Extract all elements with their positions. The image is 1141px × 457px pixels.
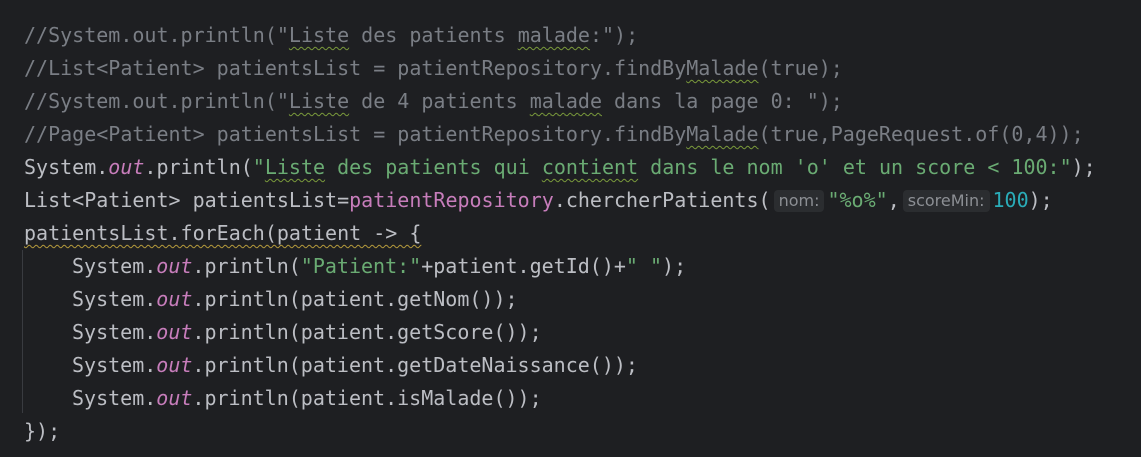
indent-guide: [22, 250, 23, 413]
comment-text: des patients: [349, 23, 518, 47]
static-field: out: [108, 155, 145, 179]
method-call: .println(patient.getScore());: [192, 320, 542, 344]
string-literal: dans le nom 'o' et un score < 100:": [638, 155, 1072, 179]
code-line-1[interactable]: //System.out.println("Liste des patients…: [0, 19, 1141, 52]
spellcheck-word: Liste: [288, 23, 350, 47]
punctuation: );: [1071, 155, 1096, 179]
comment-text: //List<Patient> patientsList = patientRe…: [24, 56, 687, 80]
code-line-7[interactable]: patientsList.forEach(patient -> {: [0, 217, 1141, 250]
spellcheck-word: Liste: [264, 155, 326, 179]
code-line-4[interactable]: //Page<Patient> patientsList = patientRe…: [0, 118, 1141, 151]
static-field: out: [156, 386, 193, 410]
method-call: .println(patient.getNom());: [192, 287, 518, 311]
closing-brace: });: [24, 419, 61, 443]
code-line-12[interactable]: System.out.println(patient.isMalade());: [0, 382, 1141, 415]
punctuation: ,: [887, 188, 900, 212]
code-line-3[interactable]: //System.out.println("Liste de 4 patient…: [0, 85, 1141, 118]
static-field: out: [156, 320, 193, 344]
field-ref: patientRepository: [349, 188, 554, 212]
code-line-6[interactable]: List<Patient> patientsList=patientReposi…: [0, 184, 1141, 217]
string-literal: "Patient:": [300, 254, 422, 278]
class-ref: System.: [72, 353, 157, 377]
spellcheck-word: Liste: [288, 89, 350, 113]
string-literal: ": [252, 155, 265, 179]
code-line-11[interactable]: System.out.println(patient.getDateNaissa…: [0, 349, 1141, 382]
static-field: out: [156, 254, 193, 278]
class-ref: System.: [72, 287, 157, 311]
method-call: .println(: [144, 155, 253, 179]
code-editor[interactable]: //System.out.println("Liste des patients…: [0, 0, 1141, 457]
declaration: List<Patient> patientsList=: [24, 188, 350, 212]
punctuation: );: [662, 254, 687, 278]
spellcheck-word: contient: [541, 155, 639, 179]
comment-text: //Page<Patient> patientsList = patientRe…: [24, 122, 687, 146]
class-ref: System.: [24, 155, 109, 179]
code-line-10[interactable]: System.out.println(patient.getScore());: [0, 316, 1141, 349]
class-ref: System.: [72, 320, 157, 344]
number-literal: 100: [992, 188, 1029, 212]
comment-text: //System.out.println(": [24, 89, 289, 113]
static-field: out: [156, 287, 193, 311]
parameter-hint-nom: nom:: [773, 190, 825, 212]
code-line-13[interactable]: });: [0, 415, 1141, 448]
spellcheck-word: Malade: [686, 56, 759, 80]
expression: +patient.getId()+: [421, 254, 626, 278]
punctuation: );: [1028, 188, 1053, 212]
comment-text: //System.out.println(": [24, 23, 289, 47]
method-call: .println(: [192, 254, 301, 278]
spellcheck-word: malade: [517, 23, 590, 47]
lambda-statement: patientsList.forEach(patient -> {: [24, 221, 422, 245]
code-line-2[interactable]: //List<Patient> patientsList = patientRe…: [0, 52, 1141, 85]
code-line-5[interactable]: System.out.println("Liste des patients q…: [0, 151, 1141, 184]
string-literal: des patients qui: [325, 155, 542, 179]
comment-text: de 4 patients: [349, 89, 530, 113]
class-ref: System.: [72, 386, 157, 410]
comment-text: (true,PageRequest.of(0,4));: [758, 122, 1084, 146]
parameter-hint-scoremin: scoreMin:: [902, 190, 990, 212]
static-field: out: [156, 353, 193, 377]
spellcheck-word: Malade: [686, 122, 759, 146]
method-call: .println(patient.getDateNaissance());: [192, 353, 638, 377]
comment-text: dans la page 0: ");: [602, 89, 843, 113]
method-call: .println(patient.isMalade());: [192, 386, 542, 410]
class-ref: System.: [72, 254, 157, 278]
method-call: .chercherPatients(: [553, 188, 771, 212]
string-literal: " ": [625, 254, 663, 278]
string-literal: "%o%": [827, 188, 888, 212]
comment-text: :");: [589, 23, 639, 47]
code-line-8[interactable]: System.out.println("Patient:"+patient.ge…: [0, 250, 1141, 283]
spellcheck-word: malade: [529, 89, 602, 113]
code-line-9[interactable]: System.out.println(patient.getNom());: [0, 283, 1141, 316]
comment-text: (true);: [758, 56, 843, 80]
